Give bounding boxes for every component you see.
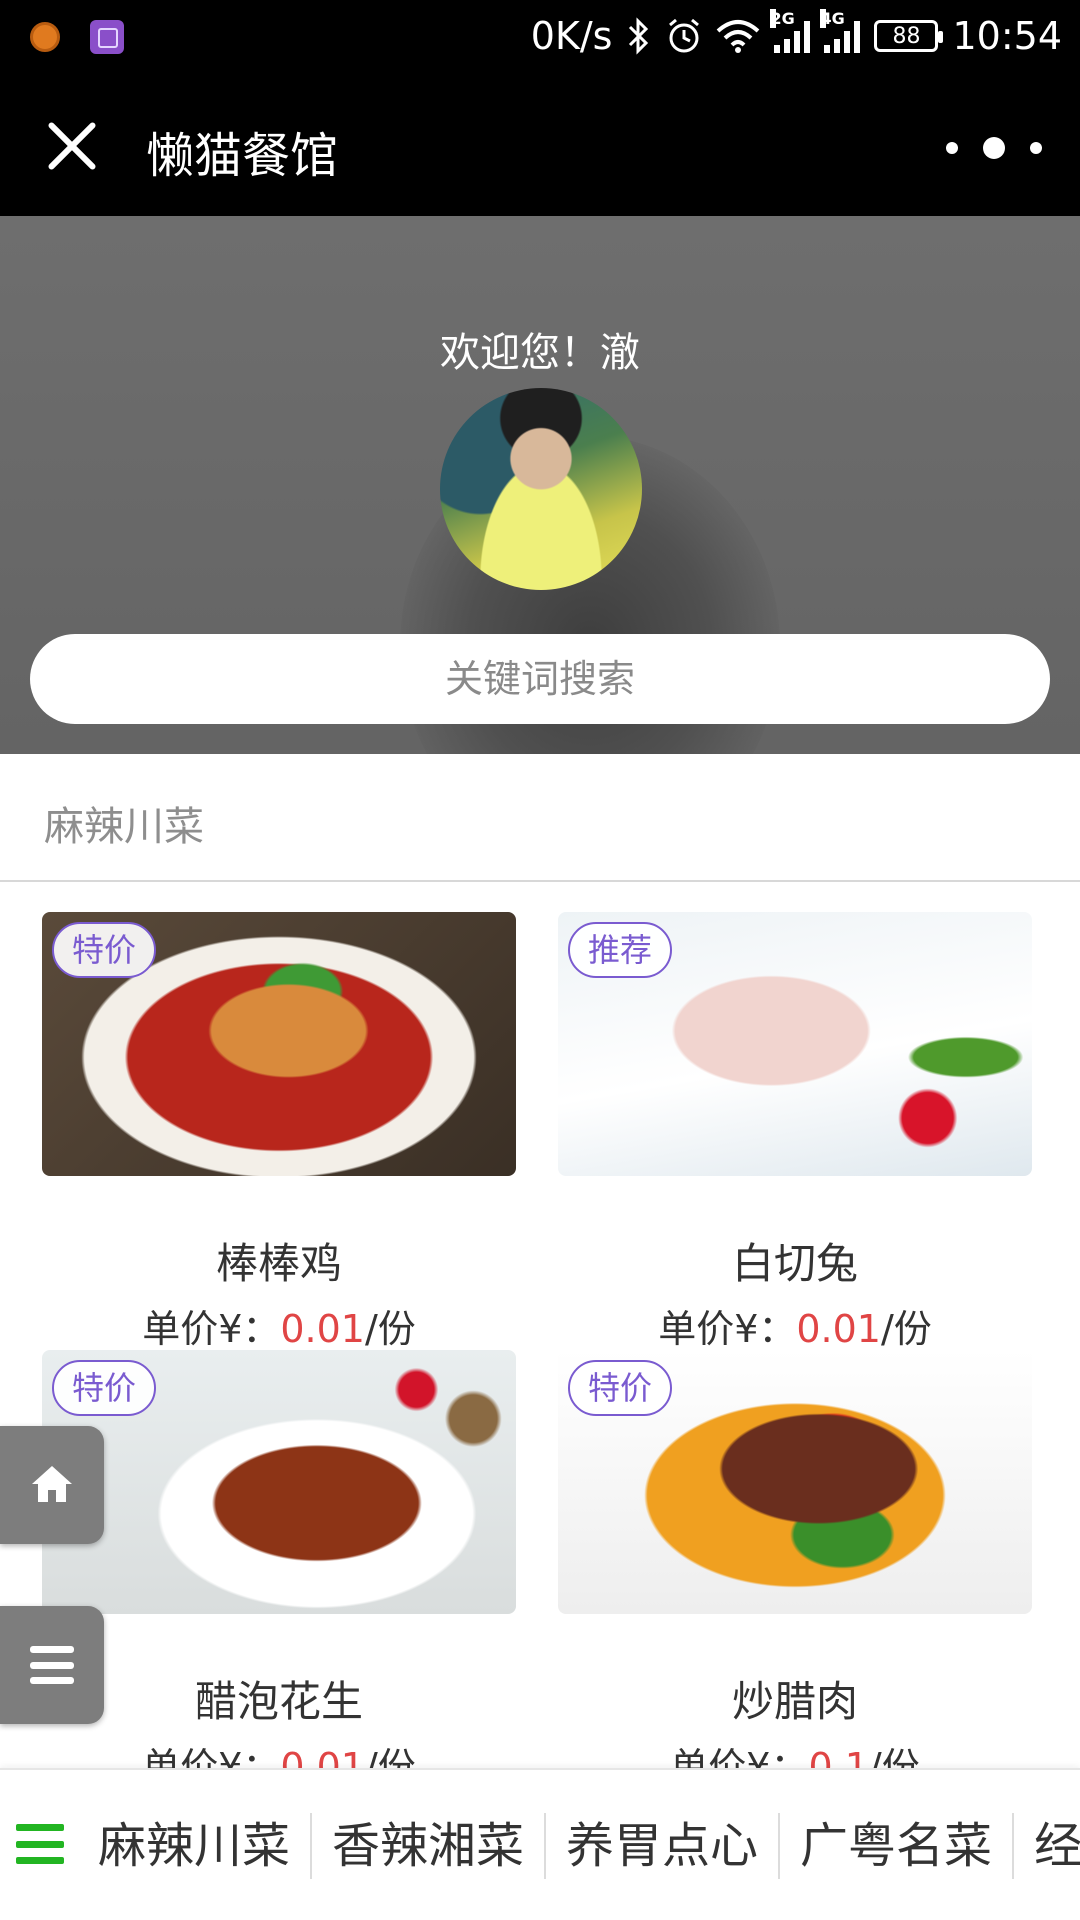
status-bar: 0K/s 2G 4G 88 10:54 [0,0,1080,76]
dish-image[interactable]: 特价 [42,912,516,1176]
user-hero: 欢迎您！澈 关键词搜索 [0,216,1080,754]
price-unit: /份 [880,1307,932,1351]
wifi-icon [717,20,760,53]
dish-tag: 特价 [52,922,157,978]
alarm-icon [669,18,700,53]
dish-image[interactable]: 特价 [42,1350,516,1614]
dish-name[interactable]: 棒棒鸡 [42,1230,516,1291]
dish-price: 单价¥：0.01/份 [42,1298,516,1353]
more-options-icon[interactable] [946,130,1042,166]
signal-2g-icon: 2G [770,9,811,53]
battery-level: 88 [892,23,921,49]
bluetooth-icon [629,17,649,55]
home-button[interactable] [0,1426,104,1544]
dish-image[interactable]: 推荐 [558,912,1032,1176]
price-label: 单价¥： [658,1307,797,1351]
net-speed: 0K/s [530,14,613,58]
avatar[interactable] [440,388,642,590]
search-input[interactable]: 关键词搜索 [30,634,1050,724]
status-right: 0K/s 2G 4G 88 10:54 [530,9,1062,58]
section-title: 麻辣川菜 [44,804,204,850]
price-label: 单价¥： [142,1307,281,1351]
category-item[interactable]: 麻辣川菜 [78,1813,313,1879]
dish-name[interactable]: 醋泡花生 [42,1668,516,1729]
category-bar: 麻辣川菜 香辣湘菜 养胃点心 广粤名菜 经 [0,1768,1080,1920]
dish-price: 单价¥：0.01/份 [558,1298,1032,1353]
dish-tag: 特价 [568,1360,673,1416]
dish-name[interactable]: 白切兔 [558,1230,1032,1291]
category-menu-icon[interactable] [16,1824,64,1864]
category-item[interactable]: 广粤名菜 [780,1813,1015,1879]
menu-button[interactable] [0,1606,104,1724]
page-title: 懒猫餐馆 [146,128,339,184]
welcome-text: 欢迎您！澈 [440,330,640,376]
gallery-notification-icon [90,20,124,54]
dish-tag: 推荐 [568,922,673,978]
category-item[interactable]: 养胃点心 [546,1813,781,1879]
category-list: 麻辣川菜 香辣湘菜 养胃点心 广粤名菜 经 [78,1770,1080,1920]
dish-name[interactable]: 炒腊肉 [558,1668,1032,1729]
home-icon [32,1466,72,1502]
category-item[interactable]: 经 [1014,1813,1080,1879]
status-left [30,20,124,54]
app-notification-icon [30,22,60,52]
dish-tag: 特价 [52,1360,157,1416]
price-value: 0.01 [280,1307,365,1351]
title-bar: 懒猫餐馆 [0,76,1080,216]
price-value: 0.01 [796,1307,881,1351]
signal-4g-label: 4G [820,9,845,28]
close-icon[interactable] [44,118,100,174]
section-header: 麻辣川菜 [0,754,1080,882]
signal-2g-label: 2G [770,9,795,28]
price-unit: /份 [364,1307,416,1351]
category-item[interactable]: 香辣湘菜 [312,1813,547,1879]
battery-icon: 88 [874,20,944,52]
dish-image[interactable]: 特价 [558,1350,1032,1614]
menu-icon [30,1646,74,1684]
clock: 10:54 [952,14,1062,58]
signal-4g-icon: 4G [820,9,861,53]
